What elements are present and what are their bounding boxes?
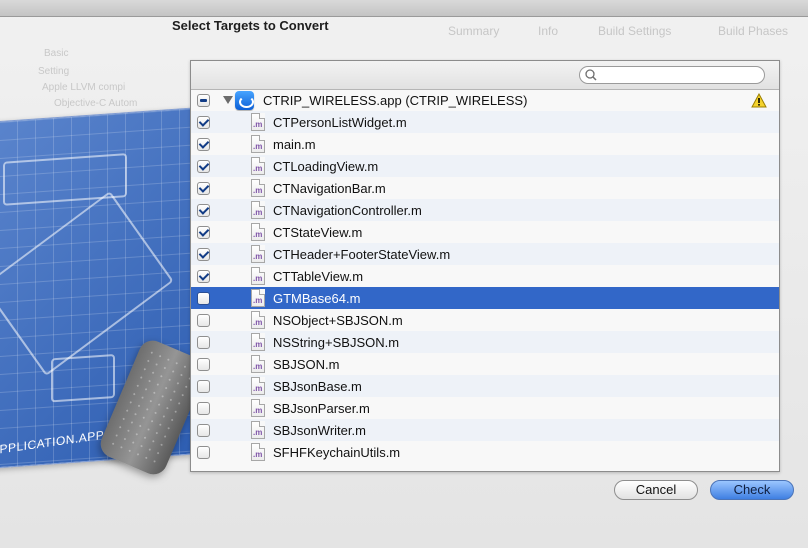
file-name: CTPersonListWidget.m (273, 115, 407, 130)
background-toolbar: Basic Setting Apple LLVM compi Objective… (32, 42, 182, 112)
file-checkbox[interactable] (197, 336, 210, 349)
file-checkbox[interactable] (197, 116, 210, 129)
source-file-icon: .m (251, 135, 265, 153)
file-checkbox[interactable] (197, 138, 210, 151)
file-name: NSObject+SBJSON.m (273, 313, 403, 328)
file-checkbox[interactable] (197, 402, 210, 415)
file-checkbox[interactable] (197, 248, 210, 261)
warning-icon[interactable] (751, 93, 767, 108)
file-row[interactable]: .m SBJsonParser.m (191, 397, 779, 419)
target-checkbox[interactable] (197, 94, 210, 107)
source-file-icon: .m (251, 113, 265, 131)
background-label-objc-autom: Objective-C Autom (54, 98, 138, 109)
target-label: CTRIP_WIRELESS.app (CTRIP_WIRELESS) (263, 93, 528, 108)
file-name: SBJsonBase.m (273, 379, 362, 394)
targets-panel: CTRIP_WIRELESS.app (CTRIP_WIRELESS) .m C… (190, 60, 780, 472)
source-file-icon: .m (251, 179, 265, 197)
file-name: CTLoadingView.m (273, 159, 379, 174)
file-name: CTHeader+FooterStateView.m (273, 247, 451, 262)
file-row[interactable]: .m CTLoadingView.m (191, 155, 779, 177)
file-checkbox[interactable] (197, 292, 210, 305)
sheet-title: Select Targets to Convert (172, 18, 329, 33)
file-checkbox[interactable] (197, 358, 210, 371)
file-name: CTNavigationBar.m (273, 181, 386, 196)
source-file-icon: .m (251, 267, 265, 285)
source-file-icon: .m (251, 443, 265, 461)
background-label-setting: Setting (38, 66, 70, 77)
source-file-icon: .m (251, 289, 265, 307)
file-row[interactable]: .m CTStateView.m (191, 221, 779, 243)
file-row[interactable]: .m SBJSON.m (191, 353, 779, 375)
file-checkbox[interactable] (197, 314, 210, 327)
file-checkbox[interactable] (197, 270, 210, 283)
background-label-basic: Basic (44, 48, 69, 59)
file-name: SBJSON.m (273, 357, 340, 372)
file-name: SFHFKeychainUtils.m (273, 445, 401, 460)
panel-header (191, 61, 779, 90)
file-row[interactable]: .m CTNavigationController.m (191, 199, 779, 221)
source-file-icon: .m (251, 421, 265, 439)
search-icon (585, 69, 597, 81)
file-name: main.m (273, 137, 316, 152)
file-row[interactable]: .m CTNavigationBar.m (191, 177, 779, 199)
source-file-icon: .m (251, 245, 265, 263)
select-targets-sheet: Select Targets to Convert CTRIP_WIRELESS… (170, 14, 794, 508)
blueprint-stroke (51, 353, 115, 403)
file-checkbox[interactable] (197, 160, 210, 173)
source-file-icon: .m (251, 157, 265, 175)
file-name: GTMBase64.m (273, 291, 361, 306)
file-checkbox[interactable] (197, 204, 210, 217)
source-file-icon: .m (251, 311, 265, 329)
source-file-icon: .m (251, 377, 265, 395)
file-checkbox[interactable] (197, 380, 210, 393)
dialog-footer: Cancel Check (170, 480, 794, 508)
target-row[interactable]: CTRIP_WIRELESS.app (CTRIP_WIRELESS) (191, 89, 779, 111)
file-row[interactable]: .m SBJsonWriter.m (191, 419, 779, 441)
file-row[interactable]: .m CTTableView.m (191, 265, 779, 287)
file-checkbox[interactable] (197, 424, 210, 437)
cancel-button[interactable]: Cancel (614, 480, 698, 500)
source-file-icon: .m (251, 201, 265, 219)
app-icon (235, 91, 254, 110)
source-file-icon: .m (251, 223, 265, 241)
file-row[interactable]: .m NSObject+SBJSON.m (191, 309, 779, 331)
background-label-apple-llvm: Apple LLVM compi (42, 82, 126, 93)
file-row-selected[interactable]: .m GTMBase64.m (191, 287, 779, 309)
file-name: NSString+SBJSON.m (273, 335, 400, 350)
file-checkbox[interactable] (197, 182, 210, 195)
file-name: CTStateView.m (273, 225, 363, 240)
file-name: SBJsonWriter.m (273, 423, 366, 438)
source-file-icon: .m (251, 399, 265, 417)
file-row[interactable]: .m NSString+SBJSON.m (191, 331, 779, 353)
target-list: CTRIP_WIRELESS.app (CTRIP_WIRELESS) .m C… (191, 89, 779, 463)
file-row[interactable]: .m main.m (191, 133, 779, 155)
file-checkbox[interactable] (197, 446, 210, 459)
file-name: CTTableView.m (273, 269, 364, 284)
search-field[interactable] (579, 66, 765, 84)
source-file-icon: .m (251, 333, 265, 351)
file-name: CTNavigationController.m (273, 203, 422, 218)
file-row[interactable]: .m CTHeader+FooterStateView.m (191, 243, 779, 265)
file-row[interactable]: .m CTPersonListWidget.m (191, 111, 779, 133)
check-button[interactable]: Check (710, 480, 794, 500)
file-row[interactable]: .m SFHFKeychainUtils.m (191, 441, 779, 463)
disclosure-triangle-icon[interactable] (223, 96, 233, 104)
file-checkbox[interactable] (197, 226, 210, 239)
file-row[interactable]: .m SBJsonBase.m (191, 375, 779, 397)
source-file-icon: .m (251, 355, 265, 373)
file-name: SBJsonParser.m (273, 401, 370, 416)
